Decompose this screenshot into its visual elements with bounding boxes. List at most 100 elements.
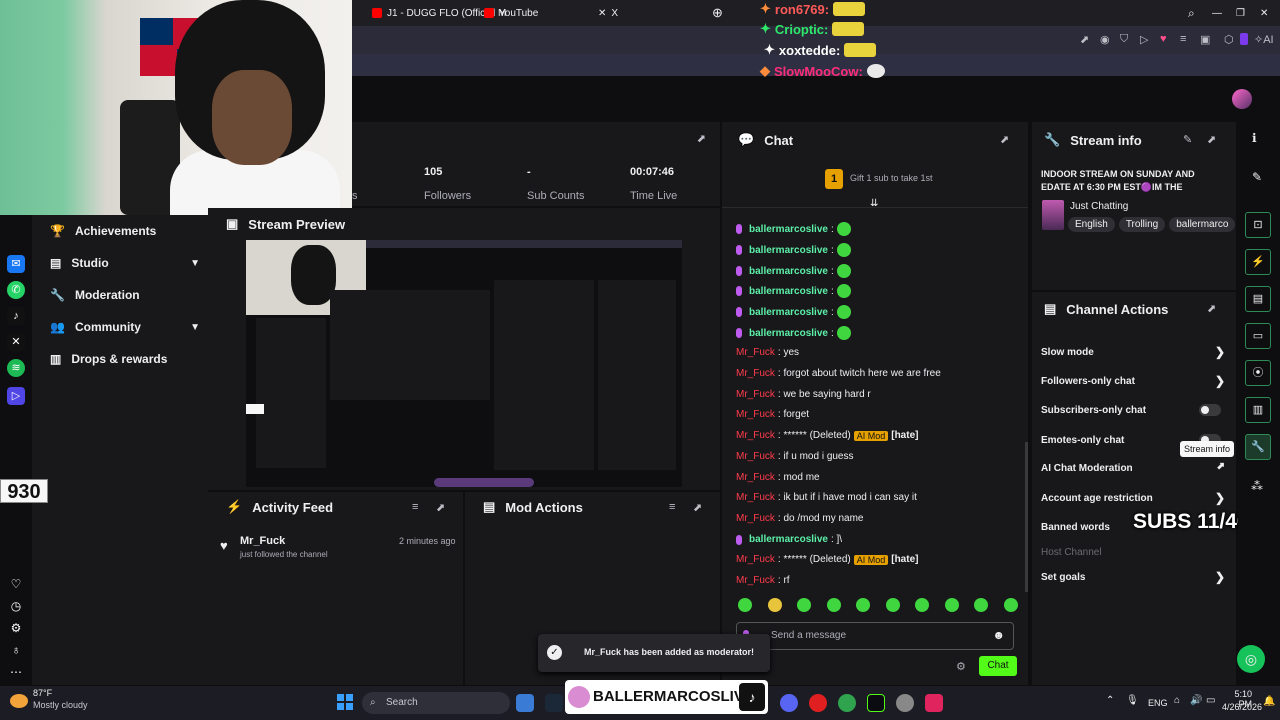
action-followers-only[interactable]: Followers-only chat ❯	[1041, 374, 1225, 388]
popout-icon[interactable]: ⬈	[1000, 133, 1009, 146]
windows-start-icon[interactable]	[337, 694, 353, 710]
emote-icon[interactable]	[856, 598, 871, 612]
discord-app-icon[interactable]	[780, 694, 798, 712]
popout-icon[interactable]: ⬈	[697, 132, 706, 145]
edit-icon[interactable]: ✎	[1252, 170, 1262, 184]
emote-icon[interactable]	[738, 598, 752, 612]
broadcast-icon[interactable]: ⦿	[1245, 360, 1271, 386]
nav-item-moderation[interactable]: 🔧 Moderation	[50, 285, 200, 305]
chat-username[interactable]: Mr_Fuck	[736, 451, 775, 462]
screenshot-icon[interactable]: ◉	[1100, 33, 1110, 46]
steam-app-icon[interactable]	[545, 694, 563, 712]
microphone-icon[interactable]: 🎙	[1126, 695, 1139, 706]
chat-username[interactable]: ballermarcoslive	[749, 534, 828, 545]
close-window-button[interactable]: ✕	[1260, 4, 1268, 22]
nav-item-achievements[interactable]: 🏆 Achievements	[50, 221, 200, 241]
share-nodes-icon[interactable]: ⁂	[1251, 479, 1263, 493]
play-icon[interactable]: ▷	[1140, 33, 1148, 46]
ai-button[interactable]: ✧AI	[1254, 33, 1274, 46]
history-icon[interactable]: ◷	[7, 597, 25, 615]
chat-username[interactable]: ballermarcoslive	[749, 328, 828, 339]
tiktok-live-app-icon[interactable]	[925, 694, 943, 712]
heart-icon[interactable]: ♥	[1160, 33, 1167, 45]
wrench-icon[interactable]: 🔧	[1245, 434, 1271, 460]
action-ai-moderation[interactable]: AI Chat Moderation ⬈	[1041, 461, 1225, 474]
chat-username[interactable]: ballermarcoslive	[749, 266, 828, 277]
settings-icon[interactable]: ⚙	[7, 619, 25, 637]
activity-user[interactable]: Mr_Fuck	[240, 535, 285, 547]
category-name[interactable]: Just Chatting	[1070, 201, 1128, 212]
extensions-icon[interactable]: ⬡	[1224, 33, 1234, 46]
heart-outline-icon[interactable]: ♡	[7, 575, 25, 593]
chat-username[interactable]: Mr_Fuck	[736, 389, 775, 400]
chat-username[interactable]: Mr_Fuck	[736, 368, 775, 379]
popout-icon[interactable]: ⬈	[1207, 133, 1216, 146]
clip-icon[interactable]: ⊡	[1245, 212, 1271, 238]
search-tabs-icon[interactable]: ⌕	[1188, 4, 1195, 22]
popout-icon[interactable]: ⬈	[1207, 302, 1216, 315]
filter-icon[interactable]: ≡	[669, 501, 675, 513]
messenger-icon[interactable]: ✉	[7, 255, 25, 273]
language-indicator[interactable]: ENG	[1148, 698, 1168, 708]
stream-preview-video[interactable]	[246, 240, 682, 487]
action-slow-mode[interactable]: Slow mode ❯	[1041, 345, 1225, 359]
whatsapp-icon[interactable]: ✆	[7, 281, 25, 299]
emote-icon[interactable]	[1003, 598, 1018, 612]
channel-icon[interactable]: ▥	[1245, 397, 1271, 423]
app-icon[interactable]	[896, 694, 914, 712]
new-tab-button[interactable]: ⊕	[712, 4, 723, 22]
tag[interactable]: English	[1068, 217, 1115, 232]
user-avatar[interactable]	[1232, 89, 1252, 109]
emote-icon[interactable]	[885, 598, 900, 612]
emote-icon[interactable]	[767, 598, 782, 612]
tab-x[interactable]: ✕ X	[598, 4, 618, 22]
emote-icon[interactable]	[944, 598, 959, 612]
obs-app-icon[interactable]	[867, 694, 885, 712]
chat-input[interactable]: Send a message ☻	[736, 622, 1014, 650]
tag[interactable]: Trolling	[1118, 217, 1166, 232]
chat-username[interactable]: Mr_Fuck	[736, 409, 775, 420]
edit-icon[interactable]: ✎	[1183, 133, 1192, 146]
emote-icon[interactable]	[797, 598, 812, 612]
chat-settings-icon[interactable]: ⚙	[956, 660, 966, 673]
info-icon[interactable]: ℹ	[1252, 131, 1257, 145]
minimize-button[interactable]: —	[1212, 4, 1222, 22]
category-art[interactable]	[1042, 200, 1064, 230]
chat-username[interactable]: ballermarcoslive	[749, 224, 828, 235]
action-account-age[interactable]: Account age restriction ❯	[1041, 491, 1225, 505]
tray-chevron-icon[interactable]: ⌃	[1106, 695, 1114, 706]
chat-send-button[interactable]: Chat	[979, 656, 1017, 676]
wallet-icon[interactable]: ▣	[1200, 33, 1210, 46]
chat-username[interactable]: Mr_Fuck	[736, 492, 775, 503]
shield-icon[interactable]: ⛉	[1120, 33, 1128, 46]
popout-icon[interactable]: ⬈	[693, 501, 702, 514]
chat-username[interactable]: ballermarcoslive	[749, 286, 828, 297]
pin-icon[interactable]: ⇊	[870, 198, 878, 209]
gift-banner[interactable]: 1 Gift 1 sub to take 1st ⇊	[722, 158, 1028, 209]
nav-item-studio[interactable]: ▤ Studio ▼	[50, 253, 200, 273]
clock-date[interactable]: 4/26/2026	[1212, 702, 1262, 712]
chat-scrollbar[interactable]	[1025, 442, 1028, 592]
chat-username[interactable]: Mr_Fuck	[736, 347, 775, 358]
action-subscribers-only[interactable]: Subscribers-only chat	[1041, 404, 1225, 416]
notification-bell-icon[interactable]: 🔔	[1263, 696, 1275, 707]
document-icon[interactable]: ▤	[1245, 286, 1271, 312]
chat-username[interactable]: ballermarcoslive	[749, 245, 828, 256]
chat-icon[interactable]: ▭	[1245, 323, 1271, 349]
nav-item-community[interactable]: 👥 Community ▼	[50, 317, 200, 337]
menu-icon[interactable]: ≡	[1180, 33, 1186, 45]
tag[interactable]: ballermarco	[1169, 217, 1236, 232]
emote-icon[interactable]	[974, 598, 989, 612]
share-icon[interactable]: ⬈	[1080, 33, 1089, 46]
popout-icon[interactable]: ⬈	[436, 501, 445, 514]
filter-icon[interactable]: ≡	[412, 501, 418, 513]
emote-icon[interactable]	[915, 598, 930, 612]
emote-picker-icon[interactable]: ☻	[992, 628, 1005, 642]
x-icon[interactable]: ✕	[7, 333, 25, 351]
chat-username[interactable]: Mr_Fuck	[736, 575, 775, 586]
spotify-icon[interactable]: ≋	[7, 359, 25, 377]
subscribers-only-toggle[interactable]	[1199, 404, 1221, 416]
action-set-goals[interactable]: Set goals ❯	[1041, 570, 1225, 584]
volume-icon[interactable]: 🔊	[1190, 695, 1202, 706]
chat-username[interactable]: Mr_Fuck	[736, 472, 775, 483]
